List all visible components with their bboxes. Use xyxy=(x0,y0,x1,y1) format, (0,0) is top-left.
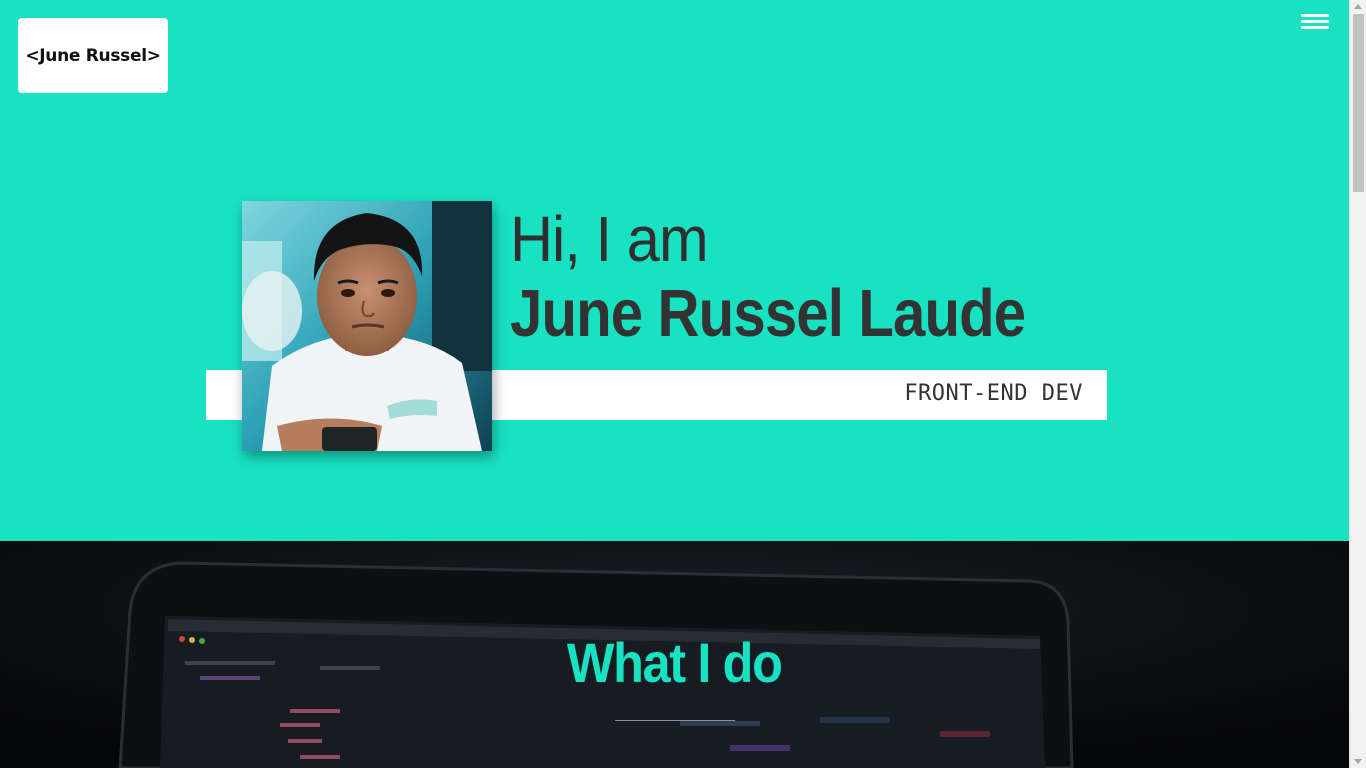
menu-line xyxy=(1301,14,1329,17)
menu-line xyxy=(1301,26,1329,29)
profile-photo xyxy=(242,201,492,451)
scroll-up-arrow-icon[interactable] xyxy=(1354,4,1362,9)
profile-photo-icon xyxy=(242,201,492,451)
page: <June Russel> FRONT-END DEV Hi, I am Jun… xyxy=(0,0,1366,768)
hamburger-menu-icon[interactable] xyxy=(1300,12,1330,32)
scroll-down-arrow-icon[interactable] xyxy=(1354,759,1362,764)
site-logo[interactable]: <June Russel> xyxy=(18,18,168,93)
hero-name: June Russel Laude xyxy=(510,276,1026,351)
role-label: FRONT-END DEV xyxy=(904,381,1083,406)
hero-greeting: Hi, I am xyxy=(510,203,709,275)
what-i-do-title: What I do xyxy=(0,631,1349,695)
menu-line xyxy=(1301,20,1329,23)
what-i-do-title-text: What I do xyxy=(567,631,783,694)
page-scrollbar[interactable] xyxy=(1349,0,1366,768)
scroll-thumb[interactable] xyxy=(1353,14,1364,192)
what-i-do-section: What I do xyxy=(0,541,1349,768)
hero-section: <June Russel> FRONT-END DEV Hi, I am Jun… xyxy=(0,0,1349,541)
section-divider xyxy=(615,720,735,721)
